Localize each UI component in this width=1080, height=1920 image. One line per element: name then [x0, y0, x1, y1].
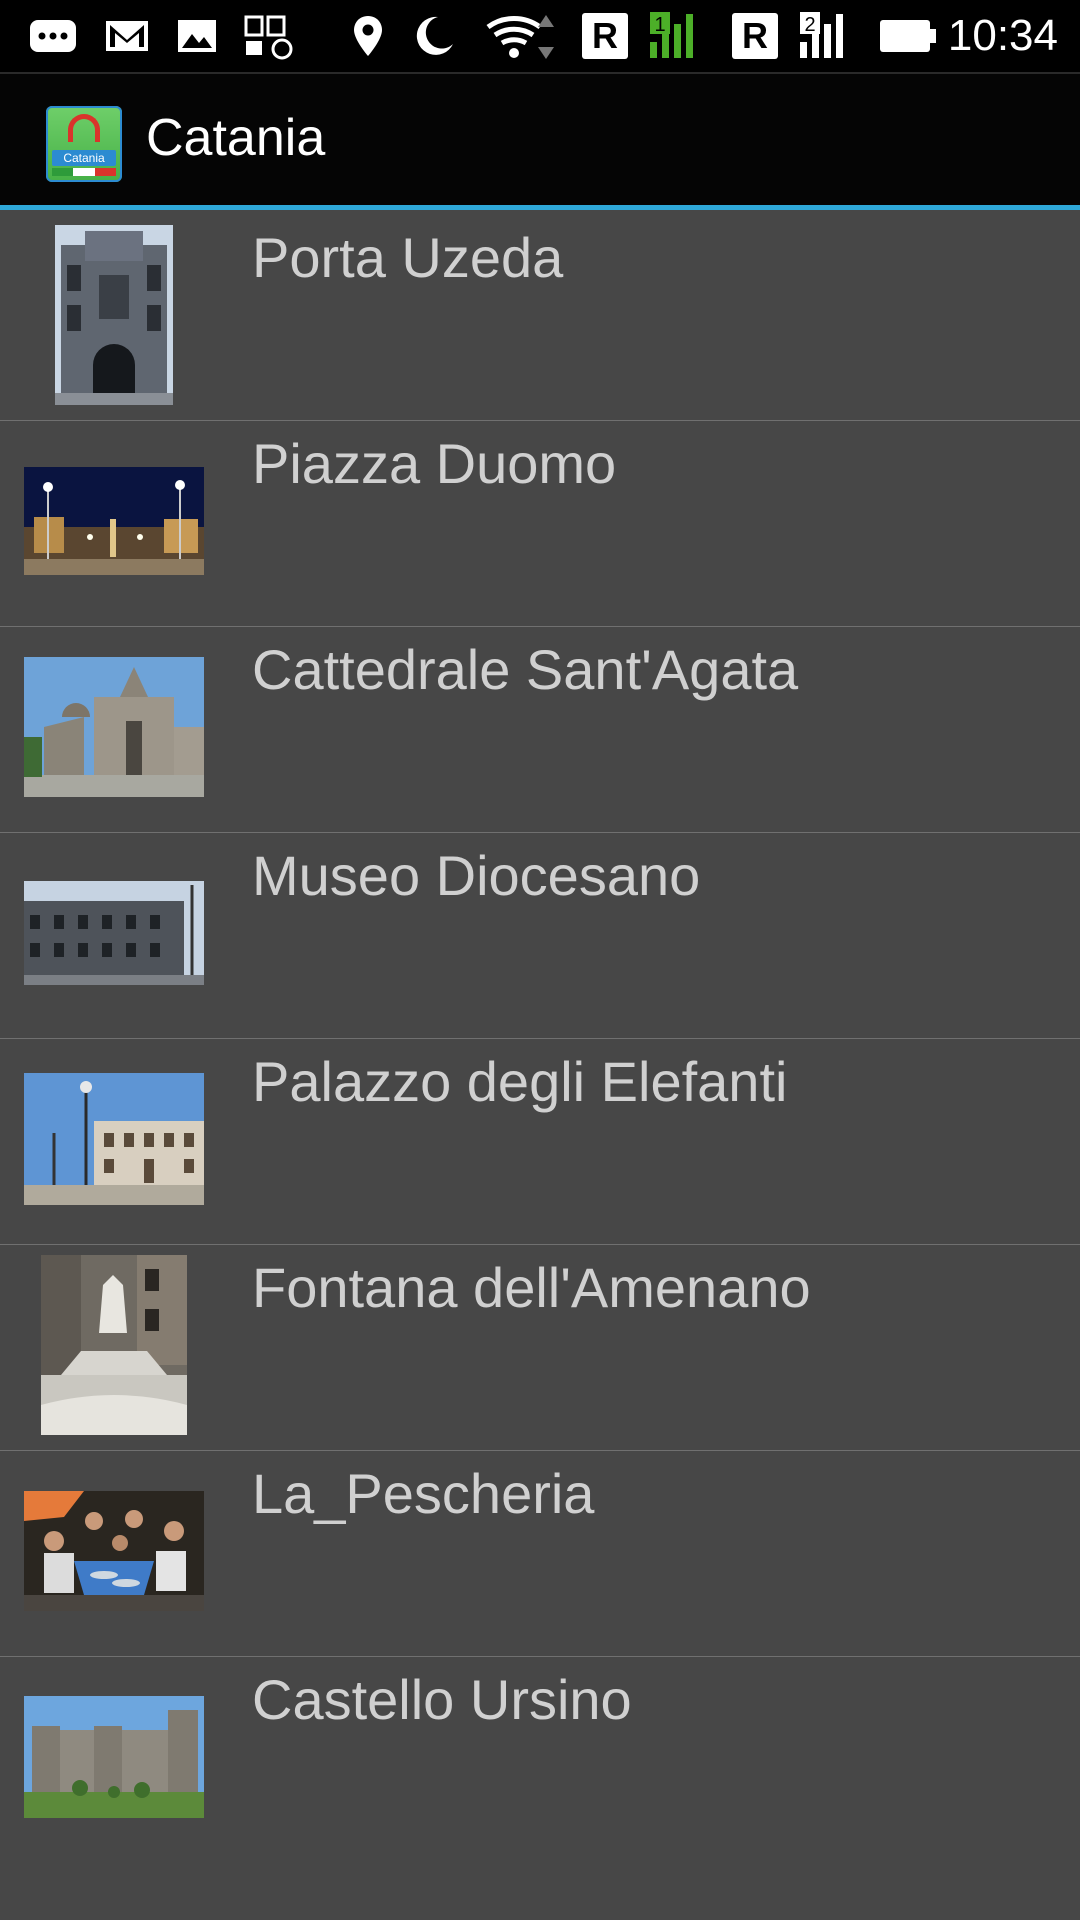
roaming-indicator-2: R [732, 0, 778, 72]
gallery-icon [176, 0, 218, 72]
signal-icon: 1 [646, 0, 706, 72]
list-item[interactable]: Museo Diocesano [0, 833, 1080, 1039]
thumbnail [24, 215, 204, 420]
castello-ursino-photo [24, 1696, 204, 1823]
action-bar: Catania Catania [0, 72, 1080, 210]
place-name: La_Pescheria [252, 1462, 595, 1525]
thumbnail [24, 1039, 204, 1244]
places-list: Porta Uzeda Piazza Duomo Cattedrale Sant… [0, 215, 1080, 1862]
signal-icon: 2 [796, 0, 856, 72]
place-name: Porta Uzeda [252, 226, 564, 289]
cattedrale-photo [24, 657, 204, 802]
thumbnail [24, 1245, 204, 1450]
porta-uzeda-photo [55, 225, 173, 410]
list-item[interactable]: Porta Uzeda [0, 215, 1080, 421]
list-item[interactable]: La_Pescheria [0, 1451, 1080, 1657]
battery-icon [878, 0, 938, 72]
app-icon-label: Catania [52, 150, 116, 166]
svg-text:2: 2 [804, 14, 815, 36]
list-item[interactable]: Cattedrale Sant'Agata [0, 627, 1080, 833]
list-item[interactable]: Castello Ursino [0, 1657, 1080, 1862]
place-name: Museo Diocesano [252, 844, 701, 907]
thumbnail [24, 627, 204, 832]
place-name: Piazza Duomo [252, 432, 617, 495]
fontana-amenano-photo [41, 1255, 187, 1440]
thumbnail [24, 833, 204, 1038]
data-usage-icon [244, 0, 294, 72]
page-title: Catania [146, 109, 326, 167]
status-time: 10:34 [947, 11, 1058, 60]
roaming-indicator-1: R [582, 0, 628, 72]
place-name: Castello Ursino [252, 1668, 632, 1731]
museo-diocesano-photo [24, 881, 204, 990]
thumbnail [24, 421, 204, 626]
headphones-icon [68, 114, 100, 142]
wifi-icon [484, 0, 560, 72]
flag-icon [52, 168, 116, 176]
moon-icon [412, 0, 456, 72]
place-name: Fontana dell'Amenano [252, 1256, 811, 1319]
list-item[interactable]: Palazzo degli Elefanti [0, 1039, 1080, 1245]
thumbnail [24, 1657, 204, 1862]
thumbnail [24, 1451, 204, 1656]
place-name: Cattedrale Sant'Agata [252, 638, 799, 701]
gmail-icon [104, 0, 150, 72]
svg-text:1: 1 [654, 14, 665, 36]
location-icon [352, 0, 384, 72]
chat-icon [28, 0, 80, 72]
pescheria-photo [24, 1491, 204, 1616]
palazzo-elefanti-photo [24, 1073, 204, 1210]
list-item[interactable]: Fontana dell'Amenano [0, 1245, 1080, 1451]
place-name: Palazzo degli Elefanti [252, 1050, 788, 1113]
status-bar: R 1 R 2 10:34 [0, 0, 1080, 72]
action-bar-underline [0, 205, 1080, 210]
piazza-duomo-photo [24, 467, 204, 580]
list-item[interactable]: Piazza Duomo [0, 421, 1080, 627]
app-icon[interactable]: Catania [46, 106, 122, 182]
